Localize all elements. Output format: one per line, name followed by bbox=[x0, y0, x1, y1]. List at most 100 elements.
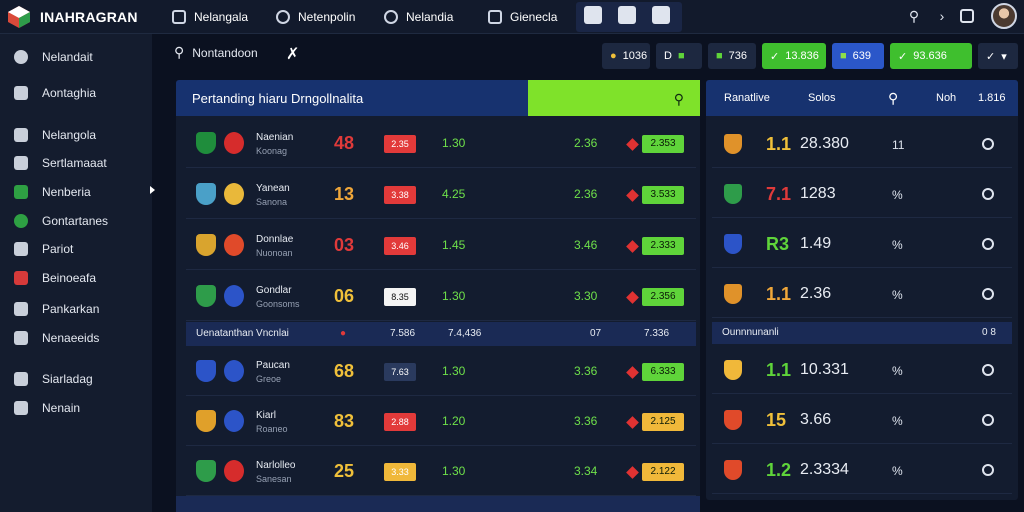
chip-2[interactable]: ■ 736 bbox=[708, 43, 756, 69]
live-row[interactable]: 1.2 2.3334% bbox=[712, 446, 1012, 494]
odds-button[interactable]: 3.533 bbox=[642, 186, 684, 204]
sidebar-item-4[interactable]: Nenberia bbox=[14, 185, 91, 199]
sidebar-item-11[interactable]: Nenain bbox=[14, 401, 80, 415]
sidebar-item-5[interactable]: Gontartanes bbox=[14, 214, 108, 228]
chip-5[interactable]: ✓ 93.636 bbox=[890, 43, 972, 69]
odds-button[interactable]: 2.122 bbox=[642, 463, 684, 481]
match-row[interactable]: Narlolleo Sanesan 25 3.33 1.30 3.34 2.122 bbox=[186, 446, 696, 496]
odds-value[interactable]: 3.36 bbox=[574, 414, 597, 428]
nav-tab-1[interactable]: Netenpolin bbox=[276, 7, 355, 27]
odds-value[interactable]: 4.25 bbox=[442, 187, 465, 201]
odds-button[interactable]: 3.38 bbox=[384, 186, 416, 204]
nav-tab-2[interactable]: Nelandia bbox=[384, 7, 453, 27]
odds-button[interactable]: 3.46 bbox=[384, 237, 416, 255]
search-icon[interactable]: ⚲ bbox=[674, 91, 684, 108]
odds-button[interactable]: 2.125 bbox=[642, 413, 684, 431]
refresh-icon[interactable] bbox=[982, 364, 994, 376]
live-row[interactable]: 1.1 28.380 11 bbox=[712, 120, 1012, 168]
refresh-icon[interactable] bbox=[982, 188, 994, 200]
chevron-right-icon[interactable]: › bbox=[934, 8, 950, 24]
odds-value[interactable]: 1.20 bbox=[442, 414, 465, 428]
odds-button[interactable]: 2.356 bbox=[642, 288, 684, 306]
match-row[interactable]: Yanean Sanona 13 3.38 4.25 2.36 3.533 bbox=[186, 169, 696, 219]
match-row[interactable]: Paucan Greoe 68 7.63 1.30 3.36 6.333 bbox=[186, 346, 696, 396]
nav-tab-0[interactable]: Nelangala bbox=[172, 7, 248, 27]
avatar[interactable] bbox=[991, 3, 1017, 29]
chip-text: 93.636 bbox=[913, 50, 947, 62]
green-icon bbox=[14, 185, 28, 199]
odds-value[interactable]: 3.46 bbox=[574, 238, 597, 252]
refresh-icon[interactable] bbox=[982, 288, 994, 300]
odds-value[interactable]: 3.36 bbox=[574, 364, 597, 378]
odds-value[interactable]: 3.34 bbox=[574, 464, 597, 478]
match-row[interactable]: Naenian Koonag 48 2.35 1.30 2.36 2.353 bbox=[186, 118, 696, 168]
odds-value[interactable]: 2.36 bbox=[574, 187, 597, 201]
chip-6[interactable]: ✓ ▾ bbox=[978, 43, 1018, 69]
match-row[interactable]: Donnlae Nuonoan 03 3.46 1.45 3.46 2.333 bbox=[186, 220, 696, 270]
odds-value[interactable]: 1.45 bbox=[442, 238, 465, 252]
sidebar-item-2[interactable]: Nelangola bbox=[14, 128, 96, 142]
odds-button[interactable]: 6.333 bbox=[642, 363, 684, 381]
sidebar-item-8[interactable]: Pankarkan bbox=[14, 302, 99, 316]
refresh-icon[interactable] bbox=[982, 238, 994, 250]
sidebar-item-1[interactable]: Aontaghia bbox=[14, 86, 96, 100]
brand[interactable]: INAHRAGRAN bbox=[6, 4, 138, 30]
shield-icon bbox=[172, 10, 186, 24]
match-row[interactable]: Kiarl Roaneo 83 2.88 1.20 3.36 2.125 bbox=[186, 396, 696, 446]
chip-1[interactable]: D ■ bbox=[656, 43, 702, 69]
odds-button[interactable]: 2.88 bbox=[384, 413, 416, 431]
odds-value[interactable]: 2.36 bbox=[574, 136, 597, 150]
refresh-icon[interactable] bbox=[982, 464, 994, 476]
sidebar-item-0[interactable]: Nelandait bbox=[14, 50, 93, 64]
live-header-col: 1.816 bbox=[978, 92, 1006, 104]
search-icon[interactable]: ⚲ bbox=[174, 44, 184, 61]
chip-text: 13.836 bbox=[785, 50, 819, 62]
team-name: Yanean bbox=[256, 183, 290, 194]
refresh-icon[interactable] bbox=[982, 414, 994, 426]
team-name: Kiarl bbox=[256, 410, 277, 421]
live-row[interactable]: 7.1 1283% bbox=[712, 170, 1012, 218]
alert-icon: ● bbox=[340, 328, 347, 339]
chip-3[interactable]: ✓ 13.836 bbox=[762, 43, 826, 69]
nav-tab-3[interactable]: Gienecla bbox=[488, 7, 557, 27]
coin-icon: ● bbox=[610, 50, 617, 62]
odds-value[interactable]: 1.30 bbox=[442, 464, 465, 478]
odds-value[interactable]: 1.30 bbox=[442, 289, 465, 303]
notification-icon[interactable] bbox=[960, 9, 974, 23]
refresh-icon[interactable] bbox=[982, 138, 994, 150]
subheader-label: Nontandoon bbox=[192, 45, 258, 60]
live-value: 10.331 bbox=[800, 361, 849, 378]
quick-action-1-icon[interactable] bbox=[584, 6, 602, 24]
live-row[interactable]: 1.1 10.331% bbox=[712, 346, 1012, 394]
separator-label: Uenatanthan Vncnlai bbox=[196, 328, 289, 339]
odds-button[interactable]: 7.63 bbox=[384, 363, 416, 381]
odds-button[interactable]: 2.353 bbox=[642, 135, 684, 153]
sidebar-item-10[interactable]: Siarladag bbox=[14, 372, 93, 386]
chip-0[interactable]: ● 1036 bbox=[602, 43, 650, 69]
odds-value[interactable]: 3.30 bbox=[574, 289, 597, 303]
sidebar-item-3[interactable]: Sertlamaaat bbox=[14, 156, 107, 170]
odds-button[interactable]: 2.35 bbox=[384, 135, 416, 153]
live-row[interactable]: 1.1 2.36% bbox=[712, 270, 1012, 318]
sidebar-item-6[interactable]: Pariot bbox=[14, 242, 73, 256]
odds-value[interactable]: 1.30 bbox=[442, 364, 465, 378]
quick-action-2-icon[interactable] bbox=[618, 6, 636, 24]
quick-action-3-icon[interactable] bbox=[652, 6, 670, 24]
search-icon[interactable]: ⚲ bbox=[888, 90, 898, 107]
sidebar-item-9[interactable]: Nenaeeids bbox=[14, 331, 99, 345]
sidebar-collapse-icon[interactable] bbox=[150, 186, 155, 194]
odds-button[interactable]: 2.333 bbox=[642, 237, 684, 255]
live-stat: % bbox=[892, 464, 903, 478]
search-icon[interactable]: ⚲ bbox=[906, 8, 922, 24]
odds-button[interactable]: 3.33 bbox=[384, 463, 416, 481]
match-row[interactable]: Gondlar Goonsoms 06 8.35 1.30 3.30 2.356 bbox=[186, 271, 696, 321]
red-icon bbox=[14, 271, 28, 285]
doc-icon bbox=[14, 331, 28, 345]
live-row[interactable]: 15 3.66% bbox=[712, 396, 1012, 444]
sidebar-item-7[interactable]: Beinoeafa bbox=[14, 271, 96, 285]
live-row[interactable]: R3 1.49% bbox=[712, 220, 1012, 268]
odds-button[interactable]: 8.35 bbox=[384, 288, 416, 306]
chip-4[interactable]: ■ 639 bbox=[832, 43, 884, 69]
odds-value[interactable]: 1.30 bbox=[442, 136, 465, 150]
tools-icon[interactable]: ✗ bbox=[286, 44, 299, 64]
